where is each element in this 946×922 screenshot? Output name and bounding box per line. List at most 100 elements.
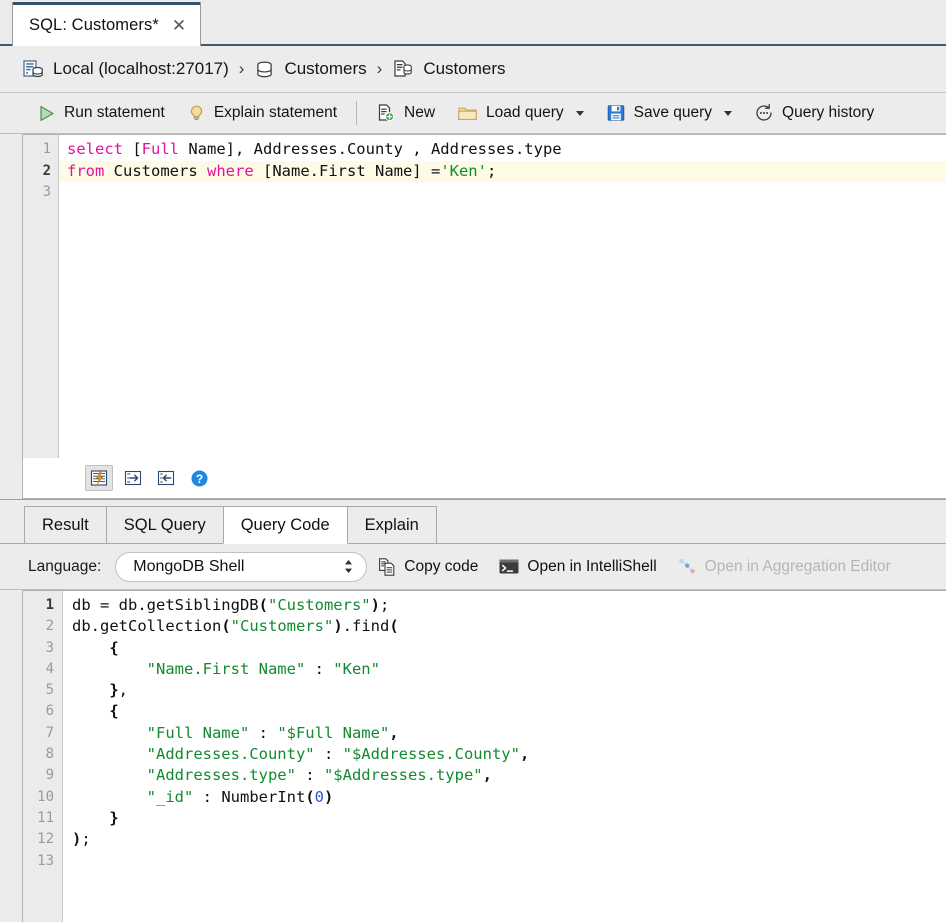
line-number: 10: [37, 788, 54, 805]
query-code-body[interactable]: db = db.getSiblingDB("Customers"); db.get…: [63, 591, 946, 922]
tab-sql-customers[interactable]: SQL: Customers* ✕: [12, 2, 202, 46]
aggregation-icon: [677, 557, 698, 576]
breadcrumb: Local (localhost:27017) › Customers › Cu…: [0, 46, 946, 93]
code-line[interactable]: },: [63, 680, 946, 701]
terminal-icon: [498, 557, 520, 576]
code-token: "Customers": [267, 596, 371, 614]
code-line[interactable]: "Name.First Name" : "Ken": [63, 659, 946, 680]
query-code-editor[interactable]: 1 2 3 4 5 6 7 8 9 10 11 12 13 db = db.getSiblingDB("…: [22, 590, 946, 922]
code-token: (: [389, 617, 399, 636]
tab-query-code[interactable]: Query Code: [222, 506, 348, 544]
code-token: : NumberInt: [193, 787, 306, 806]
result-panel: Result SQL Query Query Code Explain Languag…: [0, 499, 946, 922]
close-icon[interactable]: ✕: [172, 17, 186, 34]
code-token: "$Addresses.type": [323, 766, 483, 785]
code-token: ): [370, 596, 380, 614]
chevron-down-icon-2[interactable]: [724, 110, 733, 116]
open-in-intellishell-button[interactable]: Open in IntelliShell: [488, 552, 666, 582]
code-line[interactable]: {: [63, 638, 946, 659]
run-statement-label: Run statement: [64, 104, 165, 121]
code-token: from: [67, 161, 114, 180]
code-token: select: [67, 140, 133, 158]
svg-text:?: ?: [195, 472, 202, 486]
code-token: {: [109, 702, 119, 721]
new-query-button[interactable]: New: [365, 98, 446, 128]
code-token: ): [72, 830, 82, 849]
code-line[interactable]: "Full Name" : "$Full Name",: [63, 723, 946, 744]
code-line[interactable]: );: [63, 829, 946, 850]
document-tab-strip: SQL: Customers* ✕: [0, 0, 946, 46]
tab-explain[interactable]: Explain: [346, 506, 437, 544]
tab-result[interactable]: Result: [24, 506, 107, 544]
line-number: 11: [37, 809, 54, 826]
line-number: 1: [42, 141, 51, 157]
help-icon[interactable]: ?: [186, 466, 212, 490]
code-line[interactable]: {: [63, 701, 946, 722]
sql-editor-code[interactable]: select [Full Name], Addresses.County , A…: [59, 135, 946, 458]
save-query-button[interactable]: Save query: [595, 98, 743, 128]
code-token: "Name.First Name": [146, 659, 306, 678]
sql-query-window: SQL: Customers* ✕ Local (localhost:27017…: [0, 0, 946, 922]
code-line[interactable]: }: [63, 808, 946, 829]
copy-code-button[interactable]: Copy code: [367, 552, 488, 582]
code-token: ): [333, 617, 343, 636]
code-line[interactable]: select [Full Name], Addresses.County , A…: [59, 139, 946, 161]
code-token: Customers: [113, 161, 207, 180]
breadcrumb-item-collection[interactable]: Customers: [392, 58, 506, 80]
breadcrumb-item-connection[interactable]: Local (localhost:27017): [22, 58, 229, 80]
indent-left-icon[interactable]: [153, 466, 179, 490]
line-number: 5: [45, 682, 54, 699]
language-select-value: MongoDB Shell: [133, 557, 245, 575]
tab-label: Explain: [364, 515, 419, 534]
code-line[interactable]: [59, 182, 946, 204]
open-in-aggregation-editor-button[interactable]: Open in Aggregation Editor: [667, 552, 901, 582]
tab-sql-query[interactable]: SQL Query: [105, 506, 224, 544]
format-query-icon[interactable]: [85, 465, 113, 491]
code-line[interactable]: db.getCollection("Customers").find(: [63, 616, 946, 637]
query-history-button[interactable]: Query history: [743, 98, 885, 128]
sql-editor[interactable]: 1 2 3 select [Full Name], Addresses.County…: [22, 134, 946, 499]
sql-editor-body[interactable]: 1 2 3 select [Full Name], Addresses.County…: [23, 135, 946, 458]
code-token: "_id": [146, 787, 194, 806]
save-query-label: Save query: [633, 104, 713, 121]
code-line[interactable]: "Addresses.County" : "$Addresses.County"…: [63, 744, 946, 765]
code-line[interactable]: "Addresses.type" : "$Addresses.type",: [63, 765, 946, 786]
code-line[interactable]: [63, 851, 946, 872]
code-token: }: [109, 681, 119, 700]
line-number: 3: [42, 184, 51, 200]
line-number: 13: [37, 852, 54, 869]
code-token: 0: [314, 787, 324, 806]
tab-label: SQL: Customers*: [29, 16, 159, 34]
breadcrumb-item-database[interactable]: Customers: [254, 59, 367, 80]
code-token: db.getCollection: [72, 617, 222, 636]
code-token: ;: [486, 161, 497, 180]
chevron-down-icon[interactable]: [575, 110, 584, 116]
load-query-button[interactable]: Load query: [446, 98, 595, 128]
code-token: "Addresses.County": [146, 745, 315, 764]
code-token: db = db.getSiblingDB: [72, 596, 259, 614]
query-code-line-gutter: 1 2 3 4 5 6 7 8 9 10 11 12 13: [23, 591, 63, 922]
line-number: 8: [45, 746, 54, 763]
code-line[interactable]: db = db.getSiblingDB("Customers");: [63, 595, 946, 616]
code-token: "Addresses.type": [146, 766, 296, 785]
indent-right-icon[interactable]: [120, 466, 146, 490]
code-line[interactable]: "_id" : NumberInt(0): [63, 787, 946, 808]
line-number: 4: [45, 660, 54, 677]
history-clock-icon: [754, 103, 774, 123]
breadcrumb-label-connection: Local (localhost:27017): [53, 59, 229, 78]
language-select[interactable]: MongoDB Shell: [115, 551, 368, 582]
code-line[interactable]: from Customers where [Name.First Name] =…: [59, 160, 946, 182]
open-in-intellishell-label: Open in IntelliShell: [527, 557, 657, 575]
explain-statement-button[interactable]: Explain statement: [176, 98, 348, 128]
save-disk-icon: [606, 103, 626, 123]
code-token: where: [207, 161, 263, 180]
open-in-aggregation-editor-label: Open in Aggregation Editor: [704, 557, 891, 575]
code-token: "Full Name": [146, 723, 250, 742]
copy-icon: [377, 557, 397, 577]
run-statement-button[interactable]: Run statement: [26, 98, 176, 128]
stepper-chevrons-icon: [342, 557, 355, 576]
